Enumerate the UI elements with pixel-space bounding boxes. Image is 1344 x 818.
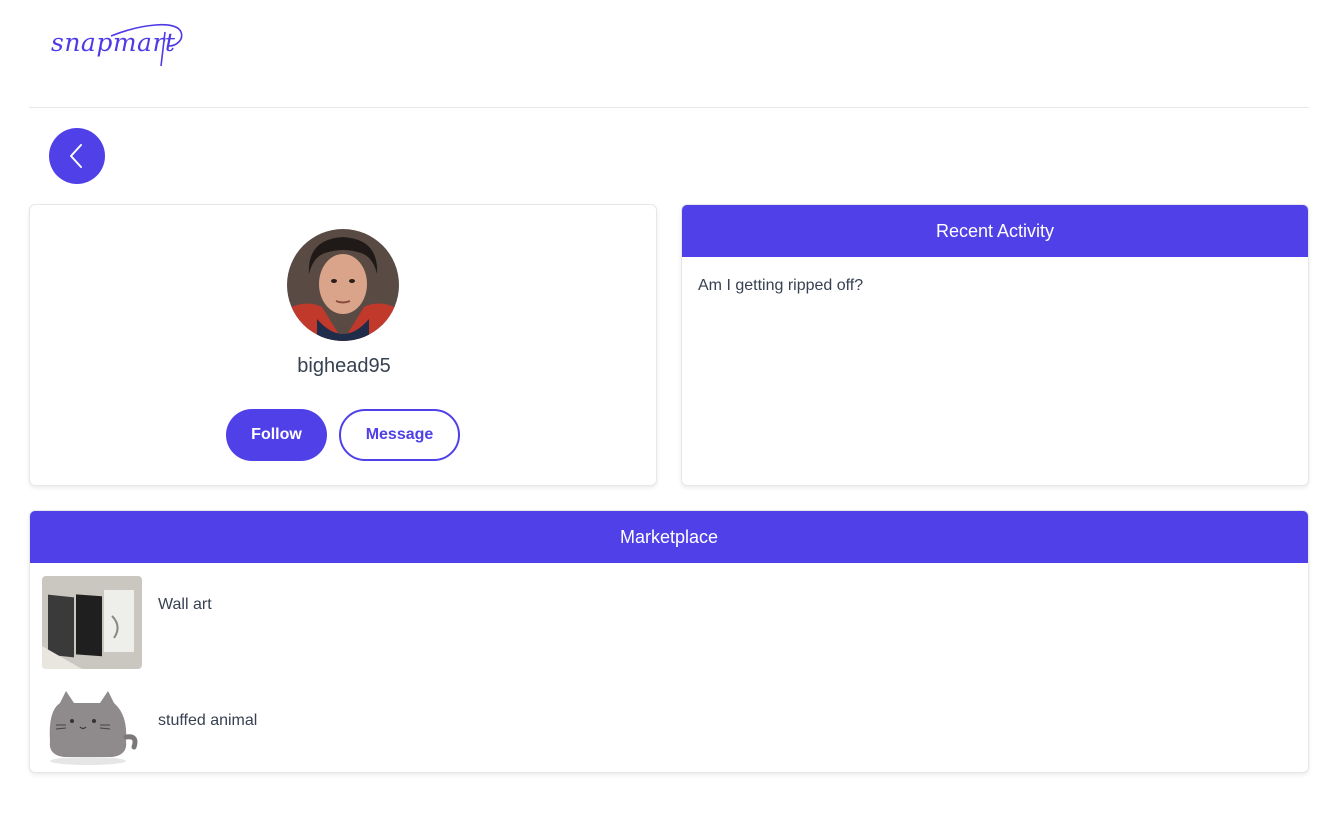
wall-art-thumbnail[interactable] bbox=[42, 576, 142, 669]
list-item-label[interactable]: stuffed animal bbox=[158, 712, 257, 730]
logo-swoosh-icon bbox=[110, 23, 183, 67]
list-item[interactable]: Wall art bbox=[42, 576, 1292, 669]
stuffed-animal-thumbnail[interactable] bbox=[42, 681, 142, 772]
message-button[interactable]: Message bbox=[339, 409, 460, 461]
list-item-label[interactable]: Wall art bbox=[158, 596, 212, 614]
chevron-left-icon bbox=[70, 144, 82, 168]
profile-card: bighead95 Follow Message bbox=[29, 204, 657, 486]
recent-activity-title: Recent Activity bbox=[682, 205, 1308, 257]
snapmart-logo[interactable]: snapmart bbox=[51, 22, 185, 80]
back-button[interactable] bbox=[49, 128, 105, 184]
recent-activity-card: Recent Activity Am I getting ripped off? bbox=[681, 204, 1309, 486]
marketplace-title: Marketplace bbox=[30, 511, 1308, 563]
list-item[interactable]: stuffed animal bbox=[42, 681, 1292, 772]
marketplace-card: Marketplace Wall art stuffed animal bbox=[29, 510, 1309, 773]
username: bighead95 bbox=[297, 355, 391, 377]
activity-item[interactable]: Am I getting ripped off? bbox=[698, 277, 863, 295]
site-header: snapmart bbox=[29, 0, 1309, 108]
avatar bbox=[287, 229, 399, 341]
follow-button[interactable]: Follow bbox=[226, 409, 327, 461]
